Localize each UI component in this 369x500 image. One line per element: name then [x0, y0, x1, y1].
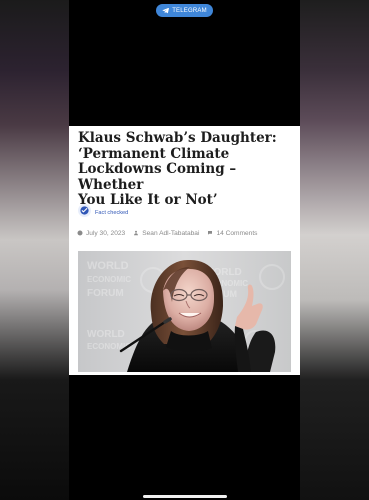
article-date: July 30, 2023 [86, 229, 126, 237]
fact-check-icon [78, 203, 91, 217]
article-card[interactable]: Klaus Schwab’s Daughter: ‘Permanent Clim… [69, 126, 300, 375]
right-blurred-background [300, 0, 369, 500]
left-blurred-background [0, 0, 69, 500]
home-indicator[interactable] [143, 495, 227, 498]
article-headline: Klaus Schwab’s Daughter: ‘Permanent Clim… [78, 130, 277, 208]
date-meta: July 30, 2023 [77, 230, 125, 237]
watermark-world-left: WORLD [87, 260, 129, 272]
article-author[interactable]: Sean Adl-Tabatabai [142, 230, 199, 237]
comment-icon [208, 231, 213, 235]
fact-checked-label: Fact checked [95, 210, 129, 216]
author-meta: Sean Adl-Tabatabai [133, 230, 199, 237]
clock-icon [77, 230, 83, 236]
speaker-photo: WORLD ECONOMIC FORUM WORLD ECONOMIC FORU… [78, 251, 291, 372]
watermark-economic-left: ECONOMIC [87, 275, 131, 284]
comments-count: 14 Comments [216, 229, 258, 237]
screen-stage: TELEGRAM Klaus Schwab’s Daughter: ‘Perma… [0, 0, 369, 500]
article-photo[interactable]: WORLD ECONOMIC FORUM WORLD ECONOMIC FORU… [78, 251, 291, 372]
comments-meta[interactable]: 14 Comments [207, 230, 257, 237]
article-meta: July 30, 2023 Sean Adl-Tabatabai 14 Comm… [77, 228, 291, 238]
telegram-label: TELEGRAM [172, 7, 207, 14]
article-viewer: TELEGRAM Klaus Schwab’s Daughter: ‘Perma… [69, 0, 300, 500]
fact-checked-row: Fact checked [78, 203, 128, 217]
person-icon [134, 230, 139, 236]
telegram-icon [162, 7, 170, 14]
watermark-forum-left: FORUM [87, 288, 124, 299]
telegram-source-pill[interactable]: TELEGRAM [156, 4, 213, 17]
watermark-world-lower-left: WORLD [87, 329, 125, 340]
